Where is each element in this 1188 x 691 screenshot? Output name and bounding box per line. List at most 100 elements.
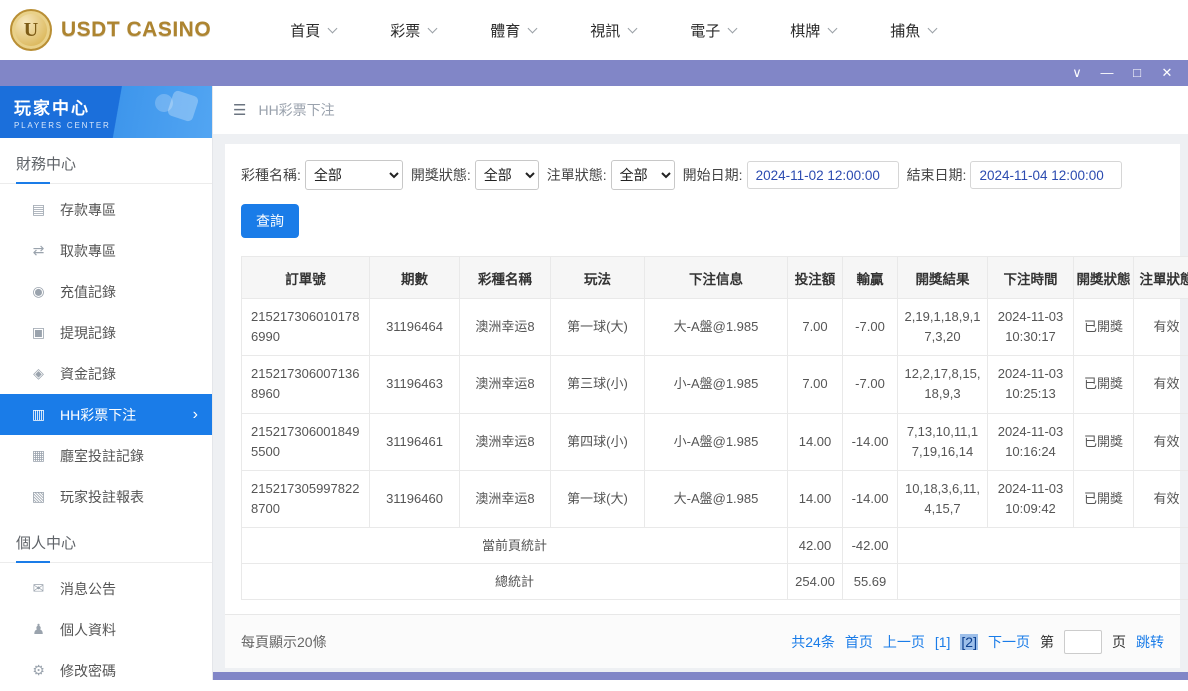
cell-period: 31196461 (370, 413, 460, 470)
nav-item-label: 捕魚 (890, 20, 920, 41)
cell-draw_result: 2,19,1,18,9,17,3,20 (898, 299, 988, 356)
sidebar-item-cashout-records[interactable]: ▣提現記錄 (0, 312, 212, 353)
cell-draw_status: 已開獎 (1074, 413, 1134, 470)
end-date-input[interactable] (970, 161, 1122, 189)
start-date-filter: 開始日期: (683, 161, 899, 189)
nav-item-live-video[interactable]: 視訊 (563, 0, 663, 60)
chevron-down-icon (728, 23, 738, 33)
sidebar-item-player-bet-report[interactable]: ▧玩家投註報表 (0, 476, 212, 517)
sidebar-item-recharge-records[interactable]: ◉充值記錄 (0, 271, 212, 312)
summary-bet-amount: 254.00 (788, 564, 843, 600)
page-title: HH彩票下注 (258, 100, 334, 120)
table-row: 215217306001849550031196461澳洲幸运8第四球(小)小-… (242, 413, 1188, 470)
sidebar-item-withdraw-zone[interactable]: ⇄取款專區 (0, 230, 212, 271)
nav-item-sports[interactable]: 體育 (463, 0, 563, 60)
cell-order_no: 2152173060018495500 (242, 413, 370, 470)
sidebar-item-label: 充值記錄 (60, 282, 116, 302)
sidebar-item-label: 取款專區 (60, 241, 116, 261)
menu-icon[interactable]: ☰ (233, 101, 246, 119)
nav-item-home[interactable]: 首頁 (263, 0, 363, 60)
sidebar-section-title: 財務中心 (0, 138, 212, 184)
sidebar-item-announcements[interactable]: ✉消息公告 (0, 568, 212, 609)
sidebar-item-funds-records[interactable]: ◈資金記錄 (0, 353, 212, 394)
table-wrap: 訂單號期數彩種名稱玩法下注信息投注額輸贏開獎結果下注時間開獎狀態注單狀態 215… (225, 256, 1180, 600)
cell-bet_amount: 7.00 (788, 356, 843, 413)
profile-icon: ♟ (30, 621, 47, 638)
summary-label: 當前頁統計 (242, 528, 788, 564)
cell-play_type: 第三球(小) (551, 356, 645, 413)
sidebar-item-label: 消息公告 (60, 579, 116, 599)
sidebar-item-hh-lottery-bets[interactable]: ▥HH彩票下注› (0, 394, 212, 435)
cell-bet_info: 大-A盤@1.985 (645, 470, 788, 527)
brand-name: USDT CASINO (61, 18, 211, 42)
start-date-input[interactable] (747, 161, 899, 189)
cell-period: 31196464 (370, 299, 460, 356)
records-panel: 彩種名稱: 全部 開獎狀態: 全部 注單狀態: 全部 開始日期: (225, 144, 1180, 668)
cell-win_loss: -7.00 (843, 356, 898, 413)
cell-lottery_name: 澳洲幸运8 (460, 413, 551, 470)
section-label: 個人中心 (16, 535, 76, 552)
nav-item-chess[interactable]: 棋牌 (763, 0, 863, 60)
cell-bet_info: 小-A盤@1.985 (645, 356, 788, 413)
page-link-2[interactable]: [2] (960, 634, 978, 650)
sidebar-item-label: 資金記錄 (60, 364, 116, 384)
sidebar-item-hall-bet-records[interactable]: ▦廳室投註記錄 (0, 435, 212, 476)
window-titlebar: ∨ — □ ✕ (0, 60, 1188, 86)
maximize-icon[interactable]: □ (1126, 60, 1148, 86)
nav-item-slots[interactable]: 電子 (663, 0, 763, 60)
sidebar-item-profile[interactable]: ♟ 個人資料 (0, 609, 212, 650)
summary-bet-amount: 42.00 (788, 528, 843, 564)
cell-play_type: 第一球(大) (551, 299, 645, 356)
chevron-right-icon: › (193, 406, 198, 424)
pagination-controls: 共24条 首页 上一页 [1][2] 下一页 第 页 跳转 (791, 630, 1164, 654)
page-link-1[interactable]: [1] (935, 634, 951, 650)
cell-play_type: 第一球(大) (551, 470, 645, 527)
column-header-draw_result: 開獎結果 (898, 257, 988, 299)
nav-item-label: 棋牌 (790, 20, 820, 41)
sidebar-item-deposit-zone[interactable]: ▤存款專區 (0, 189, 212, 230)
draw-status-label: 開獎狀態: (411, 165, 471, 185)
column-header-order_no: 訂單號 (242, 257, 370, 299)
column-header-order_status: 注單狀態 (1134, 257, 1188, 299)
brand-logo[interactable]: U USDT CASINO (0, 9, 211, 51)
cell-draw_result: 7,13,10,11,17,19,16,14 (898, 413, 988, 470)
sidebar-item-label: 個人資料 (60, 620, 116, 640)
cell-lottery_name: 澳洲幸运8 (460, 356, 551, 413)
nav-item-fishing[interactable]: 捕魚 (863, 0, 963, 60)
cell-order_no: 2152173060101786990 (242, 299, 370, 356)
next-page-link[interactable]: 下一页 (988, 632, 1030, 652)
column-header-win_loss: 輸贏 (843, 257, 898, 299)
cell-bet_time: 2024-11-03 10:25:13 (988, 356, 1074, 413)
chevron-down-icon (528, 23, 538, 33)
table-row: 215217306010178699031196464澳洲幸运8第一球(大)大-… (242, 299, 1188, 356)
collapse-icon[interactable]: ∨ (1066, 60, 1088, 86)
cell-period: 31196463 (370, 356, 460, 413)
pagination-bar: 每頁顯示20條 共24条 首页 上一页 [1][2] 下一页 第 页 跳转 (225, 614, 1180, 668)
jump-button[interactable]: 跳转 (1136, 632, 1164, 652)
cell-order_no: 2152173060071368960 (242, 356, 370, 413)
close-icon[interactable]: ✕ (1156, 60, 1178, 86)
lottery-name-label: 彩種名稱: (241, 165, 301, 185)
order-status-select[interactable]: 全部 (611, 160, 675, 190)
lottery-name-filter: 彩種名稱: 全部 (241, 160, 403, 190)
nav-item-lottery[interactable]: 彩票 (363, 0, 463, 60)
lottery-name-select[interactable]: 全部 (305, 160, 403, 190)
cell-lottery_name: 澳洲幸运8 (460, 470, 551, 527)
prev-page-link[interactable]: 上一页 (883, 632, 925, 652)
nav-item-label: 視訊 (590, 20, 620, 41)
first-page-link[interactable]: 首页 (845, 632, 873, 652)
section-label: 財務中心 (16, 156, 76, 173)
brand-coin-icon: U (10, 9, 52, 51)
order-status-label: 注單狀態: (547, 165, 607, 185)
search-button[interactable]: 查詢 (241, 204, 299, 238)
cell-lottery_name: 澳洲幸运8 (460, 299, 551, 356)
draw-status-select[interactable]: 全部 (475, 160, 539, 190)
summary-win-loss: 55.69 (843, 564, 898, 600)
page-jump-input[interactable] (1064, 630, 1102, 654)
minimize-icon[interactable]: — (1096, 60, 1118, 86)
sidebar-subtitle: PLAYERS CENTER (14, 121, 111, 130)
players-center-text: 玩家中心 PLAYERS CENTER (14, 94, 111, 130)
lottery-bet-icon: ▥ (30, 406, 47, 423)
table-header-row: 訂單號期數彩種名稱玩法下注信息投注額輸贏開獎結果下注時間開獎狀態注單狀態 (242, 257, 1188, 299)
sidebar-item-change-password[interactable]: ⚙修改密碼 (0, 650, 212, 691)
